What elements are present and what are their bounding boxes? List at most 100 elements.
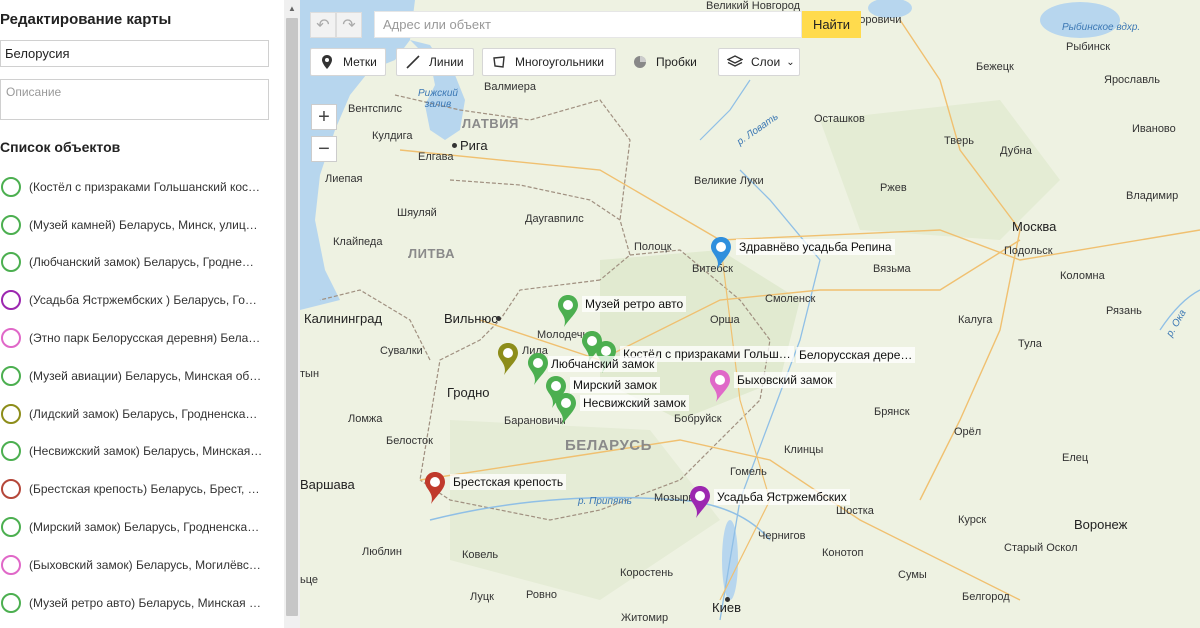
lines-tool-button[interactable]: Линии [396,48,474,76]
object-list-item[interactable]: (Музей авиации) Беларусь, Минская об… [0,357,280,395]
marker-label: Быховский замок [734,372,836,388]
city-label: Лиепая [325,173,363,185]
city-label: Даугавпилс [525,213,584,225]
city-label: Шяуляй [397,207,437,219]
city-label: Коростень [620,567,674,579]
city-label: Подольск [1004,245,1053,257]
map-marker-bykhov-castle[interactable] [708,369,732,403]
city-label: Клинцы [784,444,824,456]
layers-button[interactable]: Слои ⌄ [718,48,800,76]
polygons-tool-button[interactable]: Многоугольники [482,48,616,76]
map-marker-brest-fortress[interactable] [423,471,447,505]
city-label: Калуга [958,314,993,326]
traffic-button[interactable]: Пробки [624,48,710,76]
redo-button[interactable]: ↷ [336,12,362,38]
city-label: Рига [460,138,488,153]
object-list-item[interactable]: (Быховский замок) Беларусь, Могилёвс… [0,546,280,584]
city-label: Шостка [836,505,874,517]
sidebar-title: Редактирование карты [0,11,172,28]
object-label: (Брестская крепость) Беларусь, Брест, … [29,482,260,497]
lines-tool-label: Линии [429,55,464,69]
map-pin-icon [558,295,578,327]
city-label: Кулдига [372,130,413,142]
city-label: Елгава [418,151,454,163]
city-label: Ломжа [348,413,383,425]
marks-tool-button[interactable]: Метки [310,48,386,76]
map-name-input[interactable] [0,40,269,67]
marker-label: Музей ретро авто [582,296,687,312]
city-label: Киев [712,600,741,615]
zoom-in-button[interactable]: + [311,104,337,130]
city-label: Коломна [1060,270,1105,282]
object-list-item[interactable]: (Брестская крепость) Беларусь, Брест, … [0,470,280,508]
zoom-out-button[interactable]: − [311,136,337,162]
marker-label: Мирский замок [570,377,660,393]
map-marker-retro-auto[interactable] [556,294,580,328]
layers-label: Слои [751,55,781,69]
object-list-item[interactable]: (Музей камней) Беларусь, Минск, улиц… [0,206,280,244]
city-label: Старый Оскол [1004,542,1078,554]
map-pin-icon [319,54,335,70]
city-label: Курск [958,514,987,526]
city-label: Тверь [944,135,974,147]
city-label: Ярославль [1104,74,1160,86]
city-label: Луцк [470,591,494,603]
object-list-item[interactable]: (Несвижский замок) Беларусь, Минская… [0,433,280,471]
object-list-item[interactable]: (Костёл с призраками Гольшанский кос… [0,168,280,206]
marker-ring-icon [1,441,21,462]
object-label: (Музей камней) Беларусь, Минск, улиц… [29,217,258,232]
city-label: Ровно [526,589,558,601]
water-label-riga-gulf: Рижский залив [418,88,458,110]
city-label: Люблин [362,546,402,558]
city-label: Клайпеда [333,236,383,248]
map-marker-zdravnevo[interactable] [709,236,733,270]
city-label: Калининград [304,311,383,326]
marker-ring-icon [1,479,21,500]
map-pin-icon [556,393,576,425]
country-label-latvia: ЛАТВИЯ [462,116,519,131]
undo-icon: ↶ [316,17,330,34]
scrollbar-thumb[interactable] [286,18,298,616]
object-list: (Костёл с призраками Гольшанский кос… (М… [0,168,280,622]
city-label: Рязань [1106,305,1142,317]
object-label: (Любчанский замок) Беларусь, Гродне… [29,255,254,270]
map-canvas[interactable]: ЛАТВИЯ ЛИТВА БЕЛАРУСЬ Рижский залив Рыби… [300,0,1200,628]
map-marker-yastrzhembsky-estate[interactable] [688,485,712,519]
city-label: Ржев [880,182,907,194]
map-marker-nesvizh-castle[interactable] [554,392,578,426]
map-marker-lida-castle[interactable] [496,342,520,376]
city-label: Ковель [462,549,499,561]
object-list-item[interactable]: (Музей ретро авто) Беларусь, Минская … [0,584,280,622]
scroll-up-arrow-icon[interactable]: ▲ [284,0,300,16]
map-editor-app: Редактирование карты Список объектов (Ко… [0,0,1200,628]
line-tool-icon [405,54,421,70]
marker-ring-icon [1,252,21,273]
city-label: Гродно [447,385,490,400]
object-list-item[interactable]: (Мирский замок) Беларусь, Гродненска… [0,508,280,546]
object-label: (Быховский замок) Беларусь, Могилёвс… [29,557,261,572]
object-list-item[interactable]: (Любчанский замок) Беларусь, Гродне… [0,244,280,282]
city-label: Смоленск [765,293,816,305]
map-pin-icon [690,486,710,518]
undo-button[interactable]: ↶ [310,12,336,38]
sidebar-scrollbar[interactable]: ▲ [284,0,300,628]
map-pin-icon [711,237,731,269]
city-dot-icon [452,143,457,148]
marker-ring-icon [1,554,21,575]
marker-label: Брестская крепость [450,474,567,490]
marker-ring-icon [1,517,21,538]
marker-ring-icon [1,214,21,235]
editor-sidebar: Редактирование карты Список объектов (Ко… [0,0,284,628]
marker-label: Белорусская дере… [796,347,916,363]
object-list-item[interactable]: (Этно парк Белорусская деревня) Бела… [0,319,280,357]
object-list-item[interactable]: (Лидский замок) Беларусь, Гродненска… [0,395,280,433]
layers-icon [727,54,743,70]
address-search-input[interactable] [374,11,802,38]
search-button[interactable]: Найти [802,11,861,38]
map-description-input[interactable] [0,79,269,120]
object-label: (Несвижский замок) Беларусь, Минская… [29,444,263,459]
city-label: Москва [1012,219,1057,234]
city-label: Конотоп [822,547,864,559]
country-label-lithuania: ЛИТВА [408,246,456,261]
object-list-item[interactable]: (Усадьба Ястржембских ) Беларусь, Го… [0,281,280,319]
